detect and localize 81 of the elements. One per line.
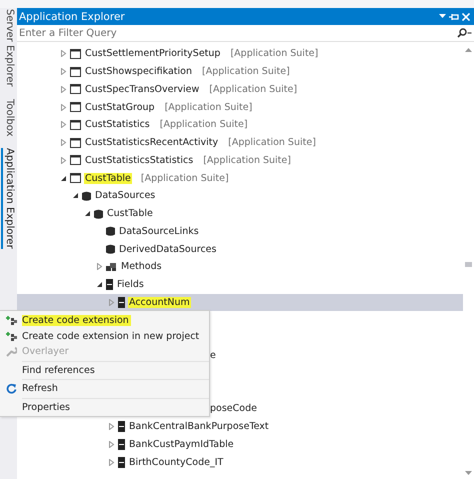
layer-label: [Application Suite] (230, 48, 318, 60)
wrench-icon (6, 346, 16, 358)
tree-item[interactable]: DataSourceLinks (118, 226, 200, 237)
menu-item[interactable]: Properties (0, 400, 209, 415)
layer-label: [Application Suite] (140, 172, 229, 184)
layer-label: [Application Suite] (209, 84, 298, 95)
menu-item[interactable]: Create code extension in new project (0, 328, 209, 344)
side-tab[interactable]: Server Explorer (1, 9, 16, 87)
tree-item[interactable]: CustTable (106, 208, 154, 220)
add-node-icon (5, 315, 17, 326)
tree-item[interactable]: CustStatGroup (84, 102, 156, 113)
field-icon (118, 296, 125, 308)
tree-item[interactable]: AccountNum (128, 296, 191, 308)
side-tab[interactable]: Toolbox (1, 98, 16, 136)
menu-item[interactable]: Refresh (0, 381, 209, 396)
collapse-arrow-icon[interactable] (84, 210, 91, 218)
tree-item[interactable]: BankCentralBankPurposeText (128, 421, 270, 432)
tree-item[interactable]: CustStatistics (84, 119, 151, 130)
selected-tree-row[interactable]: AccountNum (17, 294, 463, 312)
tree-item[interactable]: CustSettlementPrioritySetup (84, 48, 222, 60)
layer-label: [Application Suite] (228, 137, 316, 148)
menu-item[interactable]: Find references (0, 362, 209, 378)
expand-arrow-icon[interactable] (60, 68, 67, 76)
expand-arrow-icon[interactable] (108, 440, 115, 448)
menu-item[interactable]: Create code extension (0, 313, 209, 328)
expand-arrow-icon[interactable] (60, 156, 67, 164)
tree-item[interactable]: CustTable (84, 172, 132, 184)
database-icon (106, 244, 115, 254)
add-node-icon (5, 330, 17, 342)
search-icon[interactable] (457, 28, 467, 38)
table-icon (70, 66, 81, 77)
layer-label: [Application Suite] (160, 119, 248, 130)
field-icon (118, 456, 125, 468)
expand-arrow-icon[interactable] (60, 139, 67, 146)
table-icon (70, 138, 81, 148)
field-icon (118, 421, 125, 432)
layer-label: [Application Suite] (164, 102, 252, 113)
tree-item[interactable]: BirthCountyCode_IT (128, 456, 224, 468)
table-icon (70, 48, 81, 59)
layer-label: [Application Suite] (202, 66, 290, 78)
tree-item-label: poseCode (210, 403, 257, 414)
table-icon (70, 120, 81, 130)
scroll-up-icon[interactable] (465, 48, 472, 52)
expand-arrow-icon[interactable] (96, 263, 103, 270)
field-icon (106, 279, 113, 290)
table-icon (70, 155, 81, 166)
expand-arrow-icon[interactable] (108, 458, 115, 466)
table-icon (70, 84, 81, 94)
cubes-icon (106, 262, 117, 272)
window-title: Application Explorer (19, 10, 125, 22)
pin-icon[interactable] (449, 12, 459, 20)
scroll-down-icon[interactable] (465, 471, 472, 475)
tree-item[interactable]: CustSpecTransOverview (84, 84, 200, 95)
tree-item[interactable]: DerivedDataSources (118, 244, 218, 255)
database-icon (106, 226, 115, 236)
tree-item[interactable]: DataSources (94, 190, 156, 202)
layer-label: [Application Suite] (203, 154, 291, 166)
database-icon (82, 190, 91, 201)
tree-item[interactable]: CustShowspecifikation (84, 66, 193, 78)
refresh-icon (6, 383, 16, 394)
expand-arrow-icon[interactable] (108, 423, 115, 430)
tree-item[interactable]: Fields (116, 279, 145, 290)
scroll-thumb[interactable] (465, 262, 472, 267)
expand-arrow-icon[interactable] (60, 50, 67, 58)
tree-item[interactable]: CustStatisticsRecentActivity (84, 137, 220, 148)
database-icon (94, 208, 103, 219)
tree-item-label: e (210, 350, 216, 362)
table-icon (70, 102, 81, 112)
table-icon (70, 173, 81, 184)
collapse-arrow-icon[interactable] (72, 192, 79, 200)
collapse-arrow-icon[interactable] (96, 281, 103, 288)
tree-item[interactable]: CustStatisticsStatistics (84, 154, 194, 166)
tree-item[interactable]: BankCustPaymIdTable (128, 438, 235, 450)
collapse-arrow-icon[interactable] (60, 174, 67, 182)
expand-arrow-icon[interactable] (60, 104, 67, 111)
expand-arrow-icon[interactable] (108, 298, 115, 306)
tree-item[interactable]: Methods (120, 261, 163, 272)
field-icon (118, 438, 125, 450)
close-icon[interactable] (462, 12, 470, 20)
expand-arrow-icon[interactable] (60, 86, 67, 93)
expand-arrow-icon[interactable] (60, 121, 67, 128)
